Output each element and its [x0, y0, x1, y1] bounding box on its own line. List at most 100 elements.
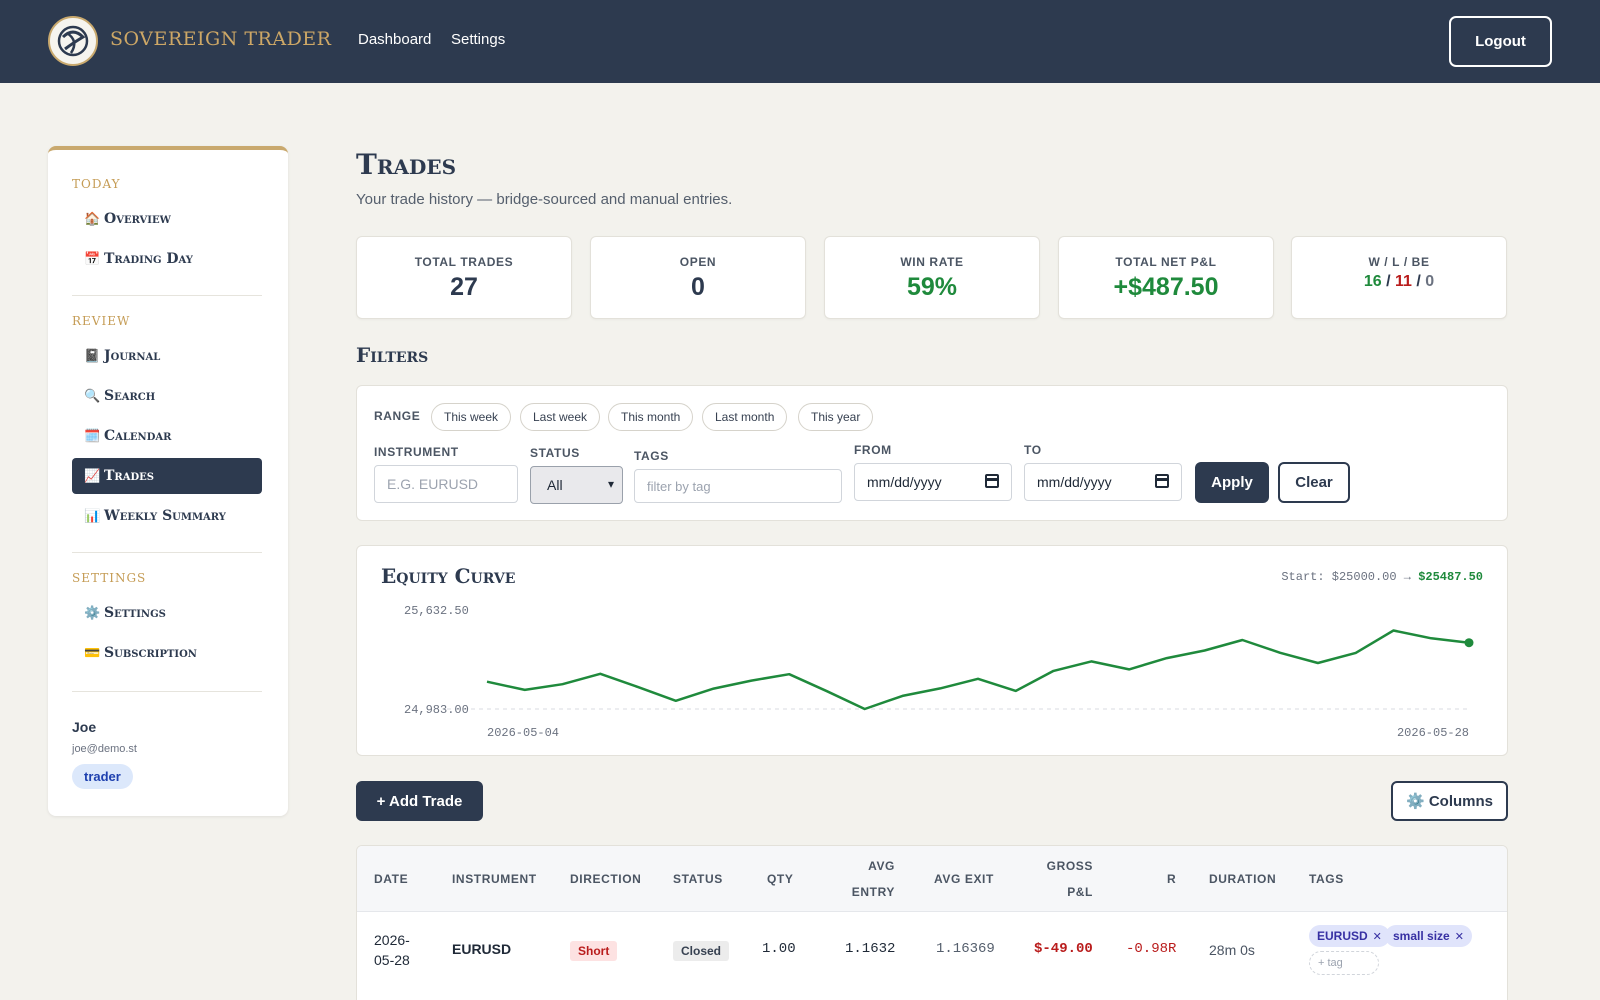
- page-title: Trades: [356, 148, 457, 181]
- sidebar-item-search[interactable]: 🔍 Search: [72, 378, 262, 414]
- tag-chip[interactable]: small size ✕: [1385, 925, 1472, 947]
- x-start-label: 2026-05-04: [487, 726, 559, 740]
- sidebar-item-label: Trading Day: [104, 251, 193, 267]
- sidebar-section-settings: SETTINGS: [72, 571, 147, 585]
- cell-avg-entry: 1.1632: [845, 941, 896, 957]
- calendar-icon[interactable]: [985, 474, 999, 488]
- sidebar-item-trades[interactable]: 📈 Trades: [72, 458, 262, 494]
- from-label: FROM: [854, 443, 892, 457]
- col-gross-pnl[interactable]: GROSS P&L: [1029, 853, 1093, 905]
- col-date[interactable]: DATE: [374, 866, 408, 892]
- sidebar-item-trading-day[interactable]: 📅 Trading Day: [72, 241, 262, 277]
- sidebar-item-label: Calendar: [104, 428, 172, 444]
- add-tag-input[interactable]: + tag: [1309, 951, 1379, 975]
- tag-chip[interactable]: EURUSD ✕: [1309, 925, 1390, 947]
- sidebar-item-overview[interactable]: 🏠 Overview: [72, 201, 262, 237]
- brand-name[interactable]: SOVEREIGN TRADER: [110, 28, 331, 50]
- status-label: STATUS: [530, 446, 580, 460]
- sidebar-item-settings[interactable]: ⚙️ Settings: [72, 595, 262, 631]
- col-qty[interactable]: QTY: [767, 866, 793, 892]
- tags-input[interactable]: filter by tag: [634, 469, 842, 503]
- stat-total-trades: TOTAL TRADES 27: [356, 236, 572, 319]
- to-date-input[interactable]: mm/dd/yyyy: [1024, 463, 1182, 501]
- chevron-down-icon: ▾: [607, 477, 614, 491]
- sidebar-item-label: Trades: [104, 468, 155, 484]
- instrument-input[interactable]: E.G. EURUSD: [374, 465, 518, 503]
- sidebar-item-label: Search: [104, 388, 156, 404]
- separator: /: [1386, 273, 1391, 290]
- status-select-value: All: [547, 477, 563, 493]
- breakeven-count: 0: [1425, 273, 1435, 290]
- columns-button[interactable]: ⚙️ Columns: [1391, 781, 1508, 821]
- col-direction[interactable]: DIRECTION: [570, 866, 641, 892]
- sidebar-item-weekly-summary[interactable]: 📊 Weekly Summary: [72, 498, 262, 534]
- sidebar-divider: [72, 552, 262, 553]
- col-status[interactable]: STATUS: [673, 866, 723, 892]
- cell-instrument: EURUSD: [452, 941, 512, 957]
- top-bar: SOVEREIGN TRADER Dashboard Settings Logo…: [0, 0, 1600, 83]
- calendar-icon[interactable]: [1155, 474, 1169, 488]
- close-icon[interactable]: ✕: [1373, 930, 1382, 943]
- y-max-label: 25,632.50: [404, 604, 469, 618]
- apply-button[interactable]: Apply: [1195, 462, 1269, 503]
- clear-button[interactable]: Clear: [1278, 462, 1350, 503]
- col-avg-exit[interactable]: AVG EXIT: [934, 866, 994, 892]
- sidebar-item-label: Settings: [104, 605, 166, 621]
- to-date-value: mm/dd/yyyy: [1037, 474, 1112, 490]
- range-this-month[interactable]: This month: [608, 403, 694, 431]
- stat-net-pnl: TOTAL NET P&L +$487.50: [1058, 236, 1274, 319]
- nav-settings[interactable]: Settings: [451, 31, 505, 48]
- cell-direction: Short: [570, 941, 618, 961]
- col-tags[interactable]: TAGS: [1309, 866, 1344, 892]
- home-icon: 🏠: [84, 211, 101, 227]
- separator: /: [1416, 273, 1421, 290]
- stat-label: W / L / BE: [1368, 255, 1430, 269]
- status-badge: Closed: [673, 941, 730, 961]
- sidebar-item-calendar[interactable]: 🗓️ Calendar: [72, 418, 262, 454]
- range-last-week[interactable]: Last week: [520, 403, 601, 431]
- equity-curve-panel: Equity Curve Start: $25000.00 → $25487.5…: [356, 545, 1508, 756]
- sidebar-item-subscription[interactable]: 💳 Subscription: [72, 635, 262, 671]
- cell-gross-pnl: $-49.00: [1034, 941, 1093, 957]
- status-select[interactable]: All ▾: [530, 466, 623, 504]
- close-icon[interactable]: ✕: [1455, 930, 1464, 943]
- col-r[interactable]: R: [1167, 866, 1176, 892]
- from-date-value: mm/dd/yyyy: [867, 474, 942, 490]
- wins-count: 16: [1363, 273, 1382, 290]
- sidebar-divider: [72, 295, 262, 296]
- role-badge: trader: [72, 764, 133, 789]
- range-this-week[interactable]: This week: [431, 403, 512, 431]
- tag-label: EURUSD: [1317, 929, 1368, 943]
- col-duration[interactable]: DURATION: [1209, 866, 1276, 892]
- instrument-label: INSTRUMENT: [374, 445, 459, 459]
- col-avg-entry[interactable]: AVG ENTRY: [835, 853, 895, 905]
- stat-label: TOTAL TRADES: [414, 255, 514, 269]
- cell-duration: 28m 0s: [1209, 942, 1255, 958]
- stat-value: 0: [691, 273, 705, 301]
- page-subtitle: Your trade history — bridge-sourced and …: [356, 191, 733, 208]
- from-date-input[interactable]: mm/dd/yyyy: [854, 463, 1012, 501]
- tags-label: TAGS: [634, 449, 669, 463]
- sidebar-divider: [72, 691, 262, 692]
- trades-table: DATE INSTRUMENT DIRECTION STATUS QTY AVG…: [356, 845, 1508, 1000]
- search-icon: 🔍: [84, 388, 101, 404]
- col-instrument[interactable]: INSTRUMENT: [452, 866, 537, 892]
- add-trade-button[interactable]: + Add Trade: [356, 781, 483, 821]
- sidebar-item-label: Weekly Summary: [104, 508, 226, 524]
- user-name: Joe: [72, 719, 97, 735]
- filters-title: Filters: [356, 343, 429, 367]
- gear-icon: ⚙️: [84, 605, 101, 621]
- stat-value: +$487.50: [1113, 273, 1219, 301]
- stat-label: WIN RATE: [900, 255, 964, 269]
- brand-logo-icon[interactable]: [48, 16, 98, 66]
- nav-dashboard[interactable]: Dashboard: [358, 31, 431, 48]
- to-label: TO: [1024, 443, 1042, 457]
- logout-button[interactable]: Logout: [1449, 16, 1552, 67]
- sidebar-item-journal[interactable]: 📓 Journal: [72, 338, 262, 374]
- range-last-month[interactable]: Last month: [702, 403, 788, 431]
- cell-r: -0.98R: [1126, 941, 1177, 957]
- stat-label: TOTAL NET P&L: [1115, 255, 1217, 269]
- chart-up-icon: 📈: [84, 468, 101, 484]
- equity-series-line: [486, 629, 1470, 711]
- range-this-year[interactable]: This year: [798, 403, 874, 431]
